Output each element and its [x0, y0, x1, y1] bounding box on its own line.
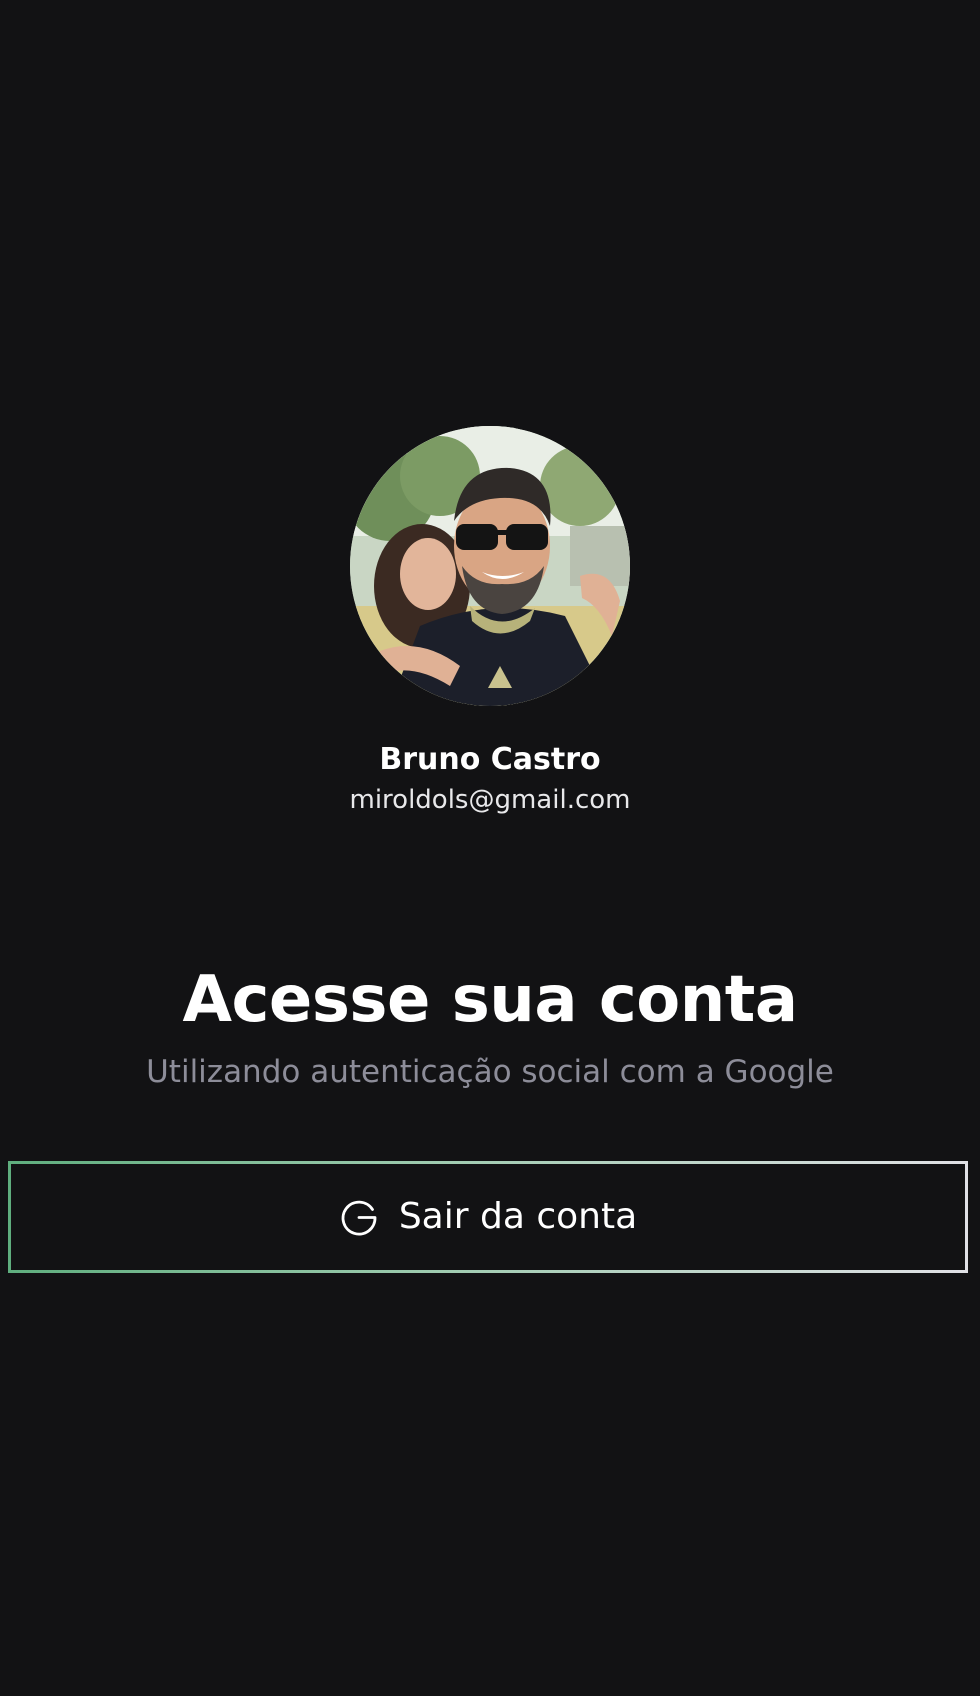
user-email: miroldols@gmail.com [349, 785, 631, 815]
user-name: Bruno Castro [379, 742, 601, 777]
avatar [350, 426, 630, 706]
page-subtitle: Utilizando autenticação social com a Goo… [146, 1054, 834, 1090]
page-title: Acesse sua conta [182, 963, 798, 1037]
auth-heading: Acesse sua conta Utilizando autenticação… [0, 960, 980, 1092]
signout-button-content[interactable]: Sair da conta [11, 1164, 965, 1270]
signout-label: Sair da conta [398, 1196, 638, 1237]
login-screen: Bruno Castro miroldols@gmail.com Acesse … [0, 0, 980, 1696]
user-profile: Bruno Castro miroldols@gmail.com [0, 426, 980, 818]
signout-button[interactable]: Sair da conta [8, 1161, 968, 1273]
profile-photo-icon [350, 426, 630, 706]
google-icon [341, 1200, 377, 1236]
